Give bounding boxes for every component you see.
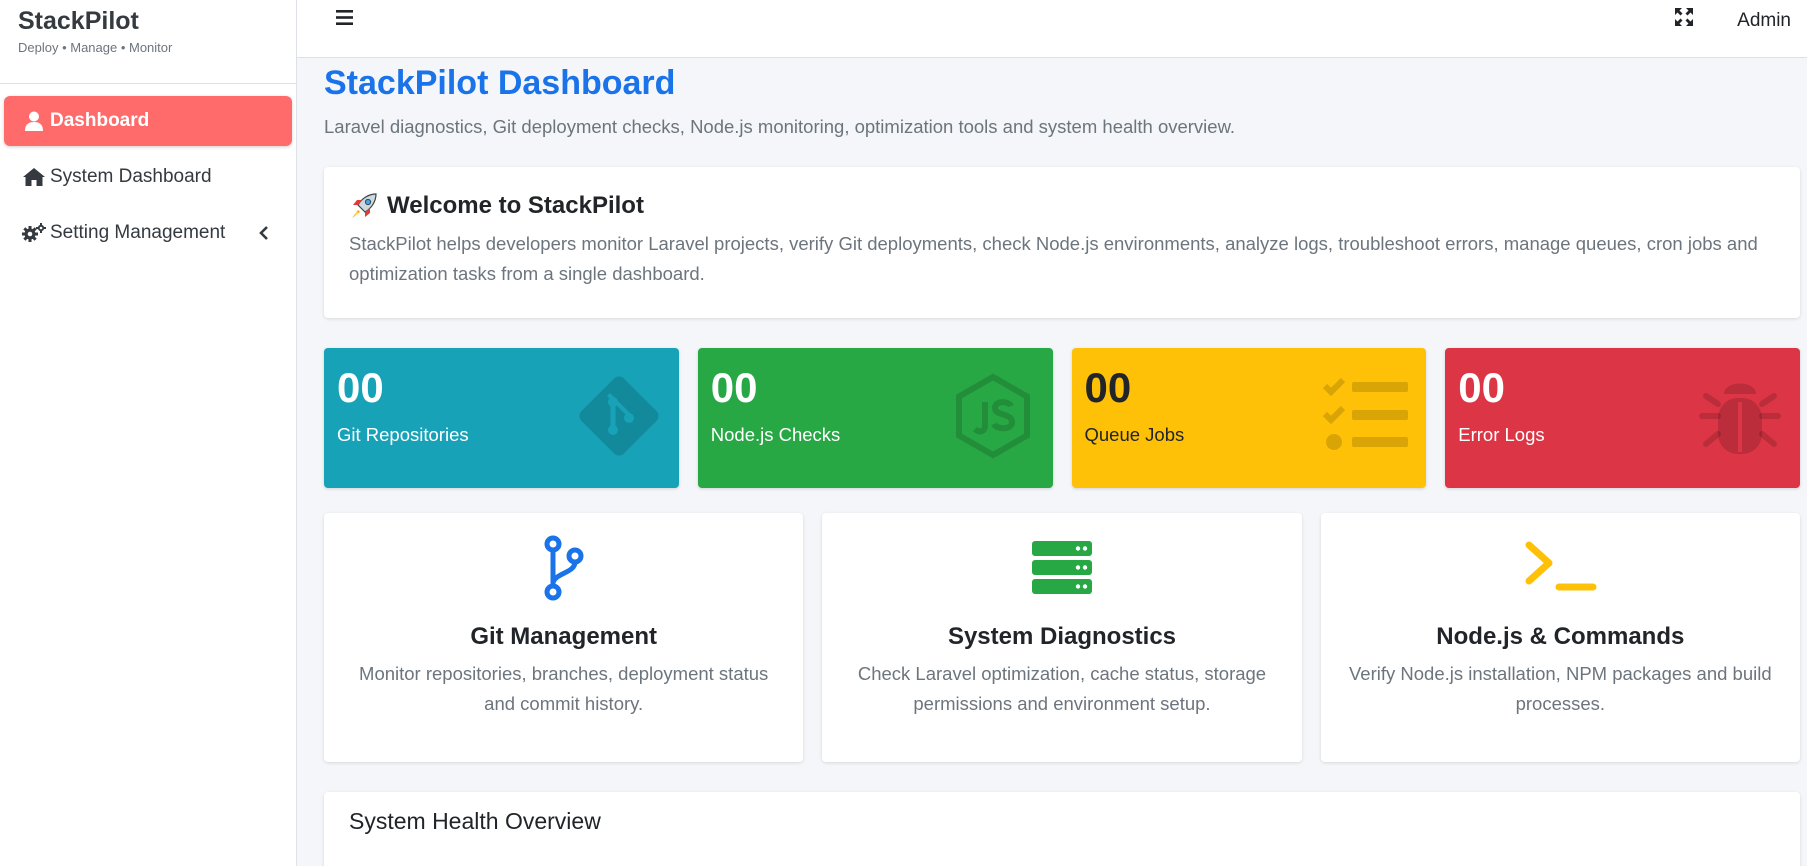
brand-tagline: Deploy • Manage • Monitor bbox=[18, 40, 173, 55]
sidebar-item-label: Dashboard bbox=[50, 110, 150, 131]
sidebar-nav: Dashboard System Dashboard Setting Manag… bbox=[0, 84, 296, 258]
system-health-title: System Health Overview bbox=[349, 808, 601, 834]
cogs-icon bbox=[22, 221, 46, 245]
code-branch-icon bbox=[544, 535, 584, 601]
stat-card-queue-jobs[interactable]: 00 Queue Jobs bbox=[1071, 348, 1427, 488]
user-icon bbox=[22, 109, 46, 133]
welcome-heading: Welcome to StackPilot bbox=[349, 191, 1775, 221]
feature-text: Check Laravel optimization, cache status… bbox=[857, 663, 1267, 714]
stat-card-git-repositories[interactable]: 00 Git Repositories bbox=[324, 348, 679, 488]
system-health-card: System Health Overview bbox=[324, 792, 1800, 866]
stat-card-nodejs-checks[interactable]: 00 Node.js Checks bbox=[697, 348, 1053, 488]
tasks-icon bbox=[1323, 377, 1409, 450]
welcome-card: Welcome to StackPilot StackPilot helps d… bbox=[324, 167, 1800, 318]
page-title: StackPilot Dashboard bbox=[324, 64, 676, 102]
server-icon bbox=[1031, 541, 1092, 594]
bug-icon bbox=[1699, 383, 1781, 454]
feature-text: Monitor repositories, branches, deployme… bbox=[359, 663, 769, 714]
sidebar: StackPilot Deploy • Manage • Monitor Das… bbox=[0, 0, 297, 866]
welcome-title: Welcome to StackPilot bbox=[387, 192, 644, 219]
stats-row: 00 Git Repositories 00 Node.js Checks 00… bbox=[324, 348, 1800, 488]
feature-title: System Diagnostics bbox=[947, 623, 1177, 650]
brand[interactable]: StackPilot Deploy • Manage • Monitor bbox=[0, 0, 296, 84]
terminal-icon bbox=[1525, 541, 1597, 591]
sidebar-item-setting-management[interactable]: Setting Management bbox=[4, 208, 292, 258]
chevron-left-icon[interactable] bbox=[254, 223, 274, 243]
home-icon bbox=[22, 165, 46, 189]
sidebar-item-label: Setting Management bbox=[50, 222, 226, 243]
stat-card-error-logs[interactable]: 00 Error Logs bbox=[1445, 348, 1800, 488]
feature-card-system-diagnostics[interactable]: System Diagnostics Check Laravel optimiz… bbox=[822, 513, 1302, 762]
feature-title: Node.js & Commands bbox=[1436, 623, 1685, 650]
features-row: Git Management Monitor repositories, bra… bbox=[324, 513, 1800, 762]
feature-title: Git Management bbox=[470, 623, 658, 650]
nodejs-icon bbox=[955, 373, 1030, 459]
page-subtitle: Laravel diagnostics, Git deployment chec… bbox=[324, 116, 1236, 137]
sidebar-item-system-dashboard[interactable]: System Dashboard bbox=[4, 152, 292, 202]
welcome-text: StackPilot helps developers monitor Lara… bbox=[349, 233, 1758, 284]
user-menu[interactable]: Admin bbox=[1737, 10, 1791, 32]
rocket-icon bbox=[352, 193, 377, 218]
feature-card-git-management[interactable]: Git Management Monitor repositories, bra… bbox=[324, 513, 804, 762]
main-content: StackPilot Dashboard Laravel diagnostics… bbox=[297, 58, 1807, 866]
feature-card-nodejs-commands[interactable]: Node.js & Commands Verify Node.js instal… bbox=[1320, 513, 1800, 762]
brand-title: StackPilot bbox=[18, 7, 139, 35]
git-icon bbox=[579, 376, 659, 456]
sidebar-item-dashboard[interactable]: Dashboard bbox=[4, 96, 292, 146]
top-navbar: Admin bbox=[297, 0, 1807, 58]
fullscreen-icon[interactable] bbox=[1673, 6, 1695, 28]
feature-text: Verify Node.js installation, NPM package… bbox=[1348, 663, 1772, 714]
sidebar-item-label: System Dashboard bbox=[50, 166, 212, 187]
menu-toggle-icon[interactable] bbox=[333, 6, 357, 30]
